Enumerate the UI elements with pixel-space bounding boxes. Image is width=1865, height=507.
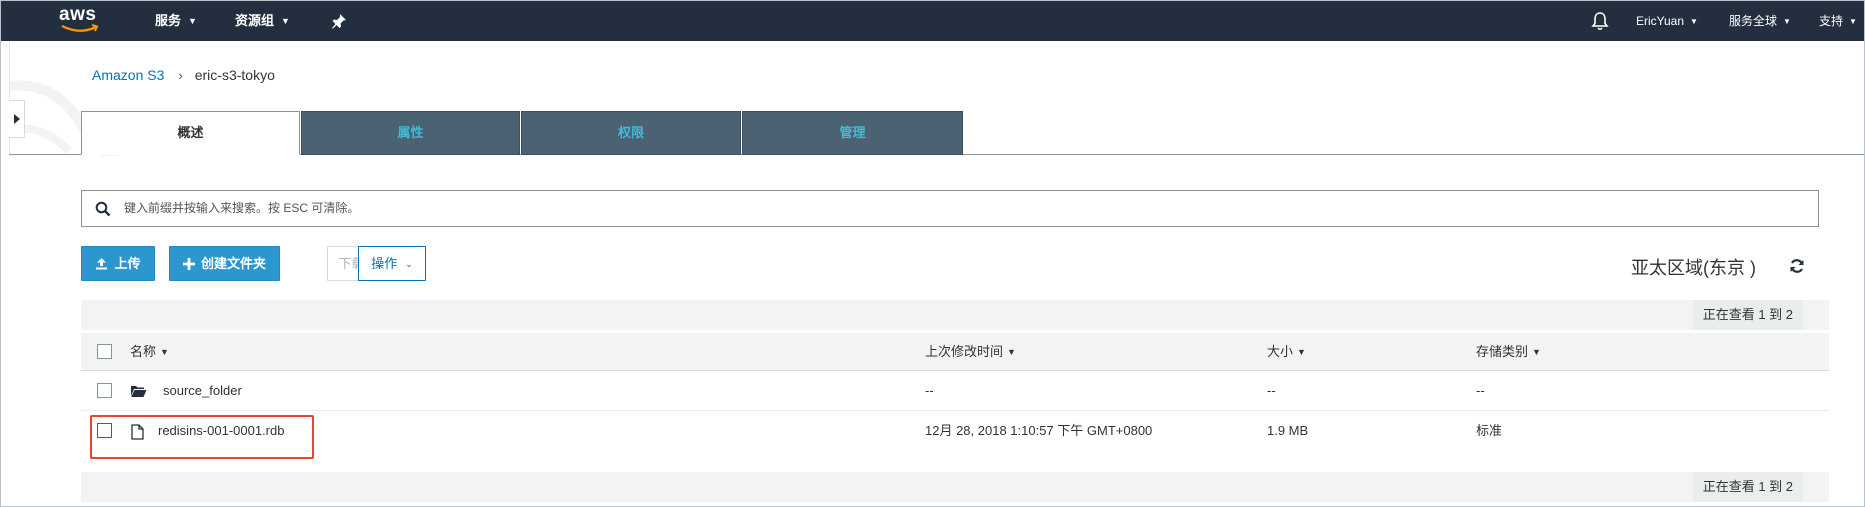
services-menu-label: 服务 bbox=[155, 13, 182, 28]
chevron-down-icon: ▼ bbox=[281, 16, 290, 26]
breadcrumb-bucket-name: eric-s3-tokyo bbox=[194, 67, 275, 83]
row-checkbox[interactable] bbox=[97, 423, 112, 438]
plus-icon bbox=[182, 258, 195, 270]
sort-down-icon: ▼ bbox=[1007, 347, 1016, 357]
column-header-size[interactable]: 大小 ▼ bbox=[1267, 333, 1306, 371]
services-menu[interactable]: 服务 ▼ bbox=[155, 1, 197, 41]
column-header-storage-class-label: 存储类别 bbox=[1476, 344, 1529, 359]
storage-class-cell: 标准 bbox=[1476, 423, 1503, 438]
column-header-last-modified-label: 上次修改时间 bbox=[925, 344, 1004, 359]
tab-permissions[interactable]: 权限 bbox=[521, 111, 741, 155]
refresh-icon[interactable] bbox=[1789, 258, 1805, 274]
resource-groups-menu-label: 资源组 bbox=[235, 13, 275, 28]
create-folder-button[interactable]: 创建文件夹 bbox=[169, 246, 280, 281]
chevron-down-icon: ▼ bbox=[1690, 17, 1698, 26]
region-menu[interactable]: 服务全球 ▼ bbox=[1729, 1, 1791, 41]
chevron-down-icon: ▼ bbox=[1783, 17, 1791, 26]
bell-icon[interactable] bbox=[1591, 11, 1609, 31]
file-name-link[interactable]: redisins-001-0001.rdb bbox=[158, 412, 284, 450]
table-pager-bottom: 正在查看 1 到 2 bbox=[81, 472, 1829, 502]
select-all-checkbox[interactable] bbox=[97, 344, 112, 359]
pin-icon[interactable] bbox=[331, 13, 347, 29]
last-modified-cell: -- bbox=[925, 383, 934, 398]
chevron-down-icon: ⌄ bbox=[405, 259, 413, 269]
column-header-name-label: 名称 bbox=[130, 344, 157, 359]
resource-groups-menu[interactable]: 资源组 ▼ bbox=[235, 1, 290, 41]
table-header-row: 名称 ▼ 上次修改时间 ▼ 大小 ▼ 存储类别 ▼ bbox=[81, 333, 1829, 371]
aws-logo[interactable]: aws bbox=[59, 4, 101, 36]
tab-management[interactable]: 管理 bbox=[742, 111, 963, 155]
breadcrumb-separator: › bbox=[178, 68, 183, 83]
upload-button[interactable]: 上传 bbox=[81, 246, 155, 281]
search-input[interactable] bbox=[124, 191, 1804, 226]
size-cell: -- bbox=[1267, 383, 1276, 398]
tab-properties[interactable]: 属性 bbox=[301, 111, 520, 155]
chevron-down-icon: ▼ bbox=[188, 16, 197, 26]
tab-overview[interactable]: 概述 bbox=[81, 111, 300, 155]
breadcrumb: Amazon S3 › eric-s3-tokyo bbox=[92, 65, 275, 85]
aws-logo-text: aws bbox=[59, 4, 97, 25]
support-menu[interactable]: 支持 ▼ bbox=[1819, 1, 1857, 41]
table-row[interactable]: redisins-001-0001.rdb 12月 28, 2018 1:10:… bbox=[81, 412, 1829, 468]
sort-down-icon: ▼ bbox=[1532, 347, 1541, 357]
user-menu[interactable]: EricYuan ▼ bbox=[1636, 1, 1698, 41]
size-cell: 1.9 MB bbox=[1267, 423, 1309, 438]
folder-icon bbox=[131, 386, 147, 397]
sidebar-toggle-icon bbox=[14, 114, 20, 124]
sort-down-icon: ▼ bbox=[1297, 347, 1306, 357]
folder-name-link[interactable]: source_folder bbox=[163, 371, 242, 411]
search-icon bbox=[95, 201, 111, 217]
column-header-size-label: 大小 bbox=[1267, 344, 1294, 359]
last-modified-cell: 12月 28, 2018 1:10:57 下午 GMT+0800 bbox=[925, 423, 1153, 438]
column-header-last-modified[interactable]: 上次修改时间 ▼ bbox=[925, 333, 1016, 371]
table-row[interactable]: source_folder -- -- -- bbox=[81, 371, 1829, 411]
pager-status-text: 正在查看 1 到 2 bbox=[1692, 300, 1803, 330]
actions-dropdown[interactable]: 操作 ⌄ bbox=[358, 246, 426, 281]
actions-dropdown-label: 操作 bbox=[371, 256, 398, 271]
region-menu-label: 服务全球 bbox=[1729, 14, 1778, 28]
column-header-storage-class[interactable]: 存储类别 ▼ bbox=[1476, 333, 1541, 371]
search-box bbox=[81, 190, 1819, 227]
sidebar-edge bbox=[9, 41, 10, 156]
sidebar-toggle[interactable] bbox=[9, 100, 25, 138]
column-header-name[interactable]: 名称 ▼ bbox=[130, 333, 169, 371]
app-frame: aws 服务 ▼ 资源组 ▼ EricYuan ▼ 服务全球 ▼ 支持 ▼ Am… bbox=[0, 0, 1865, 507]
breadcrumb-amazon-s3-link[interactable]: Amazon S3 bbox=[92, 67, 164, 83]
storage-class-cell: -- bbox=[1476, 383, 1485, 398]
chevron-down-icon: ▼ bbox=[1849, 17, 1857, 26]
user-menu-label: EricYuan bbox=[1636, 14, 1685, 28]
support-menu-label: 支持 bbox=[1819, 14, 1844, 28]
file-icon bbox=[131, 424, 144, 440]
create-folder-button-label: 创建文件夹 bbox=[200, 256, 266, 271]
row-checkbox[interactable] bbox=[97, 383, 112, 398]
bucket-region: 亚太区域(东京 ) bbox=[1631, 258, 1756, 278]
sort-down-icon: ▼ bbox=[160, 347, 169, 357]
top-navigation-bar: aws 服务 ▼ 资源组 ▼ EricYuan ▼ 服务全球 ▼ 支持 ▼ bbox=[1, 1, 1864, 41]
upload-icon bbox=[96, 258, 108, 270]
table-pager-top: 正在查看 1 到 2 bbox=[81, 300, 1829, 330]
aws-smile-icon bbox=[61, 24, 99, 32]
upload-button-label: 上传 bbox=[114, 256, 141, 271]
pager-status-text: 正在查看 1 到 2 bbox=[1692, 472, 1803, 502]
